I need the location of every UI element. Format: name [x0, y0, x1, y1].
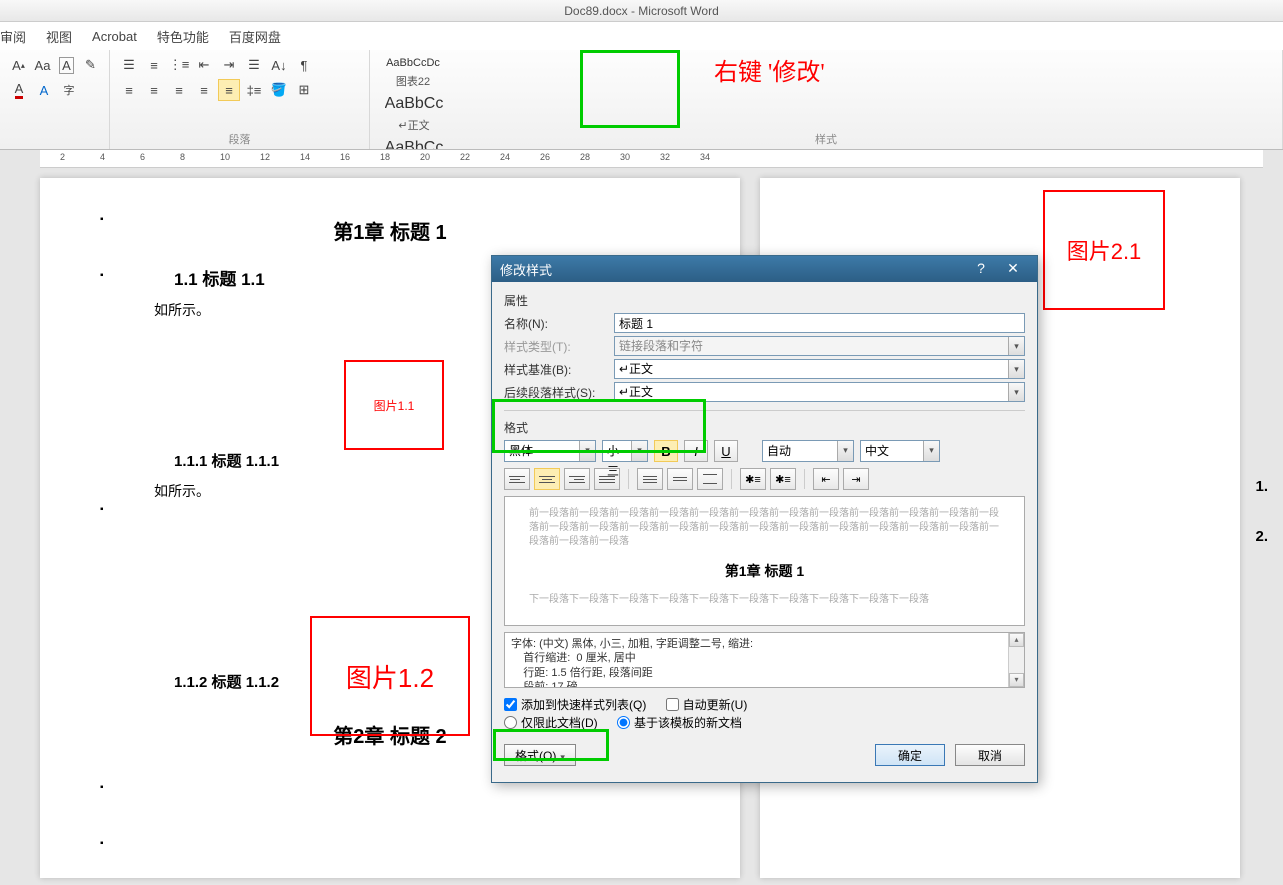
based-select[interactable]: ↵正文▾ [614, 359, 1025, 379]
dlg-space-before-inc[interactable]: ✱≡ [740, 468, 766, 490]
dlg-spacing-15[interactable] [667, 468, 693, 490]
menu-view[interactable]: 视图 [46, 27, 72, 46]
menu-bar: 审阅 视图 Acrobat 特色功能 百度网盘 [0, 22, 1283, 50]
title-bar: Doc89.docx - Microsoft Word [0, 0, 1283, 22]
name-label: 名称(N): [504, 315, 614, 332]
dlg-align-center[interactable] [534, 468, 560, 490]
numbering-button[interactable]: ≡ [143, 54, 165, 76]
shading-button[interactable]: 🪣 [268, 79, 290, 101]
new-template-radio[interactable]: 基于该模板的新文档 [617, 714, 742, 731]
doc-heading1: 第1章 标题 1 [130, 216, 650, 245]
dialog-titlebar[interactable]: 修改样式 ? ✕ [492, 256, 1037, 282]
add-quick-checkbox[interactable]: 添加到快速样式列表(Q) [504, 696, 646, 713]
menu-special[interactable]: 特色功能 [157, 27, 209, 46]
dialog-title-text: 修改样式 [500, 260, 552, 279]
scroll-down-icon[interactable]: ▾ [1009, 673, 1024, 687]
bold-button[interactable]: B [654, 440, 678, 462]
distributed-button[interactable]: ≡ [218, 79, 240, 101]
font-family-combo[interactable]: 黑体▾ [504, 440, 596, 462]
format-section-label: 格式 [504, 419, 1025, 436]
document-area: 246810121416182022242628303234 第1章 标题 1 … [0, 150, 1283, 885]
font-size-combo[interactable]: 小三▾ [602, 440, 648, 462]
page-num-2: 2. [1255, 528, 1268, 545]
bullets-button[interactable]: ☰ [118, 54, 140, 76]
style-chart22[interactable]: AaBbCcDc图表22 [376, 54, 450, 92]
lang-combo[interactable]: 中文▾ [860, 440, 940, 462]
ok-button[interactable]: 确定 [875, 744, 945, 766]
desc-scrollbar[interactable]: ▴ ▾ [1008, 633, 1024, 687]
menu-review[interactable]: 审阅 [0, 27, 26, 46]
multilevel-button[interactable]: ⋮≡ [168, 54, 190, 76]
modify-style-dialog: 修改样式 ? ✕ 属性 名称(N): 样式类型(T): 链接段落和字符▾ 样式基… [491, 255, 1038, 783]
borders-button[interactable]: ⊞ [293, 79, 315, 101]
change-case-button[interactable]: Aa [32, 54, 53, 76]
dlg-indent-dec[interactable]: ⇤ [813, 468, 839, 490]
dlg-space-before-dec[interactable]: ✱≡ [770, 468, 796, 490]
menu-baidu[interactable]: 百度网盘 [229, 27, 281, 46]
cancel-button[interactable]: 取消 [955, 744, 1025, 766]
font-color-combo[interactable]: 自动▾ [762, 440, 854, 462]
dlg-align-right[interactable] [564, 468, 590, 490]
grow-font-button[interactable]: A▴ [8, 54, 29, 76]
next-select[interactable]: ↵正文▾ [614, 382, 1025, 402]
annotation-text: 右键 '修改' [714, 52, 825, 87]
style-preview-box: 前一段落前一段落前一段落前一段落前一段落前一段落前一段落前一段落前一段落前一段落… [504, 496, 1025, 626]
styles-group: AaBbCcDc图表22 AaBbCc↵正文 AaBbCc↵无间隔 第1章标题 … [370, 50, 1283, 149]
props-section-label: 属性 [504, 292, 1025, 309]
menu-acrobat[interactable]: Acrobat [92, 29, 137, 44]
close-button[interactable]: ✕ [997, 259, 1029, 279]
paragraph-label: 段落 [110, 131, 369, 147]
italic-button[interactable]: I [684, 440, 708, 462]
annotation-img-1-1: 图片1.1 [344, 360, 444, 450]
help-button[interactable]: ? [965, 259, 997, 279]
underline-button[interactable]: U [714, 440, 738, 462]
line-spacing-button[interactable]: ‡≡ [243, 79, 265, 101]
type-select: 链接段落和字符▾ [614, 336, 1025, 356]
align-center-button[interactable]: ≡ [143, 79, 165, 101]
next-label: 后续段落样式(S): [504, 384, 614, 401]
decrease-indent-button[interactable]: ⇤ [193, 54, 215, 76]
font-group: A▴ Aa A ✎ A A 字 [0, 50, 110, 149]
align-right-button[interactable]: ≡ [168, 79, 190, 101]
page-num-1: 1. [1255, 478, 1268, 495]
sort-button[interactable]: A↓ [268, 54, 290, 76]
dlg-align-left[interactable] [504, 468, 530, 490]
text-effect-button[interactable]: A [33, 79, 55, 101]
paragraph-group: ☰ ≡ ⋮≡ ⇤ ⇥ ☰ A↓ ¶ ≡ ≡ ≡ ≡ ≡ ‡≡ 🪣 ⊞ 段落 [110, 50, 370, 149]
based-label: 样式基准(B): [504, 361, 614, 378]
align-left-button[interactable]: ≡ [118, 79, 140, 101]
type-label: 样式类型(T): [504, 338, 614, 355]
asian-layout-button[interactable]: ☰ [243, 54, 265, 76]
styles-label: 样式 [370, 131, 1282, 147]
style-normal[interactable]: AaBbCc↵正文 [376, 92, 452, 136]
char-border-button[interactable]: 字 [58, 79, 80, 101]
dlg-spacing-2[interactable] [697, 468, 723, 490]
auto-update-checkbox[interactable]: 自动更新(U) [666, 696, 748, 713]
font-color-button[interactable]: A [8, 79, 30, 101]
annotation-img-2-1: 图片2.1 [1043, 190, 1165, 310]
format-menu-button[interactable]: 格式(O) [504, 744, 576, 766]
scroll-up-icon[interactable]: ▴ [1009, 633, 1024, 647]
show-marks-button[interactable]: ¶ [293, 54, 315, 76]
justify-button[interactable]: ≡ [193, 79, 215, 101]
annotation-img-1-2: 图片1.2 [310, 616, 470, 736]
ribbon: A▴ Aa A ✎ A A 字 ☰ ≡ ⋮≡ ⇤ ⇥ ☰ A↓ ¶ ≡ ≡ ≡ … [0, 50, 1283, 150]
style-description: 字体: (中文) 黑体, 小三, 加粗, 字距调整二号, 缩进: 首行缩进: 0… [504, 632, 1025, 688]
name-field[interactable] [614, 313, 1025, 333]
clear-format-icon[interactable]: ✎ [80, 54, 101, 76]
ruler[interactable]: 246810121416182022242628303234 [40, 150, 1263, 168]
highlight-button[interactable]: A [56, 54, 77, 76]
dlg-spacing-1[interactable] [637, 468, 663, 490]
increase-indent-button[interactable]: ⇥ [218, 54, 240, 76]
only-doc-radio[interactable]: 仅限此文档(D) [504, 714, 598, 731]
dlg-indent-inc[interactable]: ⇥ [843, 468, 869, 490]
